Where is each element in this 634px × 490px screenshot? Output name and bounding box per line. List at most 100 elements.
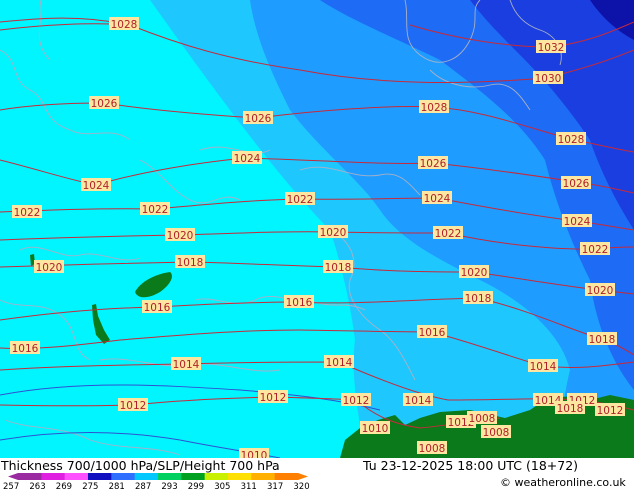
isobar-label: 1022	[433, 226, 463, 240]
isobar-label: 1008	[481, 425, 511, 439]
thickness-color-scale: 257 263 269 275 281 287 293 299 305 311 317 320	[3, 473, 310, 490]
isobar-label-text: 1008	[419, 443, 446, 455]
isobar-label: 1026	[418, 156, 448, 170]
isobar-label-text: 1032	[538, 42, 565, 54]
isobar-label-text: 1012	[343, 395, 370, 407]
isobar-label: 1026	[243, 111, 273, 125]
isobar-label: 1032	[536, 40, 566, 54]
scale-swatch	[251, 473, 276, 480]
valid-datetime: Tu 23-12-2025 18:00 UTC (18+72)	[363, 458, 579, 473]
isobar-label: 1020	[165, 228, 195, 242]
isobar-label-text: 1028	[558, 134, 585, 146]
scale-value: 317	[267, 482, 283, 490]
isobar-label-text: 1028	[111, 19, 138, 31]
isobar-label: 1020	[34, 260, 64, 274]
isobar-label-text: 1014	[326, 357, 353, 369]
scale-value: 275	[82, 482, 98, 490]
scale-value: 263	[29, 482, 45, 490]
isobar-label: 1022	[580, 242, 610, 256]
isobar-label: 1018	[587, 332, 617, 346]
isobar-label: 1014	[403, 393, 433, 407]
isobar-label: 1012	[118, 398, 148, 412]
isobar-label: 1024	[232, 151, 262, 165]
isobar-label-text: 1018	[589, 334, 616, 346]
scale-value: 269	[56, 482, 72, 490]
isobar-label-text: 1018	[465, 293, 492, 305]
isobar-label: 1014	[528, 359, 558, 373]
isobar-label-text: 1020	[167, 230, 194, 242]
isobar-label-text: 1016	[419, 327, 446, 339]
isobar-label: 1012	[258, 390, 288, 404]
isobar-label: 1030	[533, 71, 563, 85]
scale-swatch	[64, 473, 89, 480]
isobar-label: 1018	[463, 291, 493, 305]
scale-value: 293	[161, 482, 177, 490]
isobar-label-text: 1026	[245, 113, 272, 125]
scale-value: 320	[293, 482, 309, 490]
scale-swatch	[18, 473, 42, 480]
isobar-label-text: 1030	[535, 73, 562, 85]
scale-value: 281	[109, 482, 125, 490]
isobar-label-text: 1016	[286, 297, 313, 309]
isobar-label-text: 1026	[420, 158, 447, 170]
scale-swatch	[204, 473, 229, 480]
scale-swatch	[274, 473, 299, 480]
scale-swatch	[158, 473, 182, 480]
isobar-label: 1028	[109, 17, 139, 31]
isobar-label-text: 1024	[83, 180, 110, 192]
scale-swatch	[88, 473, 112, 480]
isobar-label-text: 1012	[120, 400, 147, 412]
isobar-label: 1022	[285, 192, 315, 206]
isobar-label-text: 1024	[234, 153, 261, 165]
isobar-label: 1016	[417, 325, 447, 339]
isobar-label: 1014	[171, 357, 201, 371]
scale-swatch	[111, 473, 136, 480]
isobar-label: 1026	[89, 96, 119, 110]
isobar-label: 1020	[318, 225, 348, 239]
isobar-label-text: 1010	[241, 450, 268, 458]
scale-swatch	[181, 473, 206, 480]
isobar-label-text: 1024	[564, 216, 591, 228]
isobar-label-text: 1014	[530, 361, 557, 373]
isobar-label-text: 1020	[587, 285, 614, 297]
isobar-label: 1010	[239, 448, 269, 458]
isobar-label-text: 1022	[14, 207, 41, 219]
isobar-label-text: 1018	[325, 262, 352, 274]
isobar-label-text: 1016	[144, 302, 171, 314]
isobar-label: 1028	[556, 132, 586, 146]
isobar-label: 1016	[284, 295, 314, 309]
isobar-label: 1012	[595, 403, 625, 417]
isobar-label: 1018	[323, 260, 353, 274]
footer-bar: Thickness 700/1000 hPa/SLP/Height 700 hP…	[0, 458, 634, 490]
isobar-label: 1024	[422, 191, 452, 205]
scale-value: 287	[135, 482, 151, 490]
isobar-label: 1008	[467, 411, 497, 425]
isobar-label-text: 1022	[287, 194, 314, 206]
weather-map: 1028 1032 1030 1026 1028 1028 1026 1024 1026 1026…	[0, 0, 634, 458]
isobar-label-text: 1026	[91, 98, 118, 110]
isobar-label: 1016	[142, 300, 172, 314]
copyright-text: © weatheronline.co.uk	[500, 476, 626, 489]
isobar-label-text: 1018	[177, 257, 204, 269]
isobar-label-text: 1022	[435, 228, 462, 240]
isobar-label-text: 1012	[597, 405, 624, 417]
scale-value: 311	[241, 482, 257, 490]
isobar-label: 1008	[417, 441, 447, 455]
isobar-label: 1022	[12, 205, 42, 219]
isobar-label-text: 1014	[173, 359, 200, 371]
isobar-label: 1024	[562, 214, 592, 228]
isobar-label-text: 1020	[320, 227, 347, 239]
isobar-label-text: 1020	[461, 267, 488, 279]
isobar-label: 1026	[561, 176, 591, 190]
scale-value: 305	[214, 482, 230, 490]
chart-title: Thickness 700/1000 hPa/SLP/Height 700 hP…	[1, 458, 280, 473]
isobar-label-text: 1008	[469, 413, 496, 425]
isobar-label-text: 1008	[483, 427, 510, 439]
isobar-label-text: 1018	[557, 403, 584, 415]
isobar-label-text: 1026	[563, 178, 590, 190]
scale-swatch	[134, 473, 159, 480]
isobar-label: 1022	[140, 202, 170, 216]
isobar-label-text: 1022	[582, 244, 609, 256]
isobar-label: 1010	[360, 421, 390, 435]
isobar-label: 1020	[459, 265, 489, 279]
